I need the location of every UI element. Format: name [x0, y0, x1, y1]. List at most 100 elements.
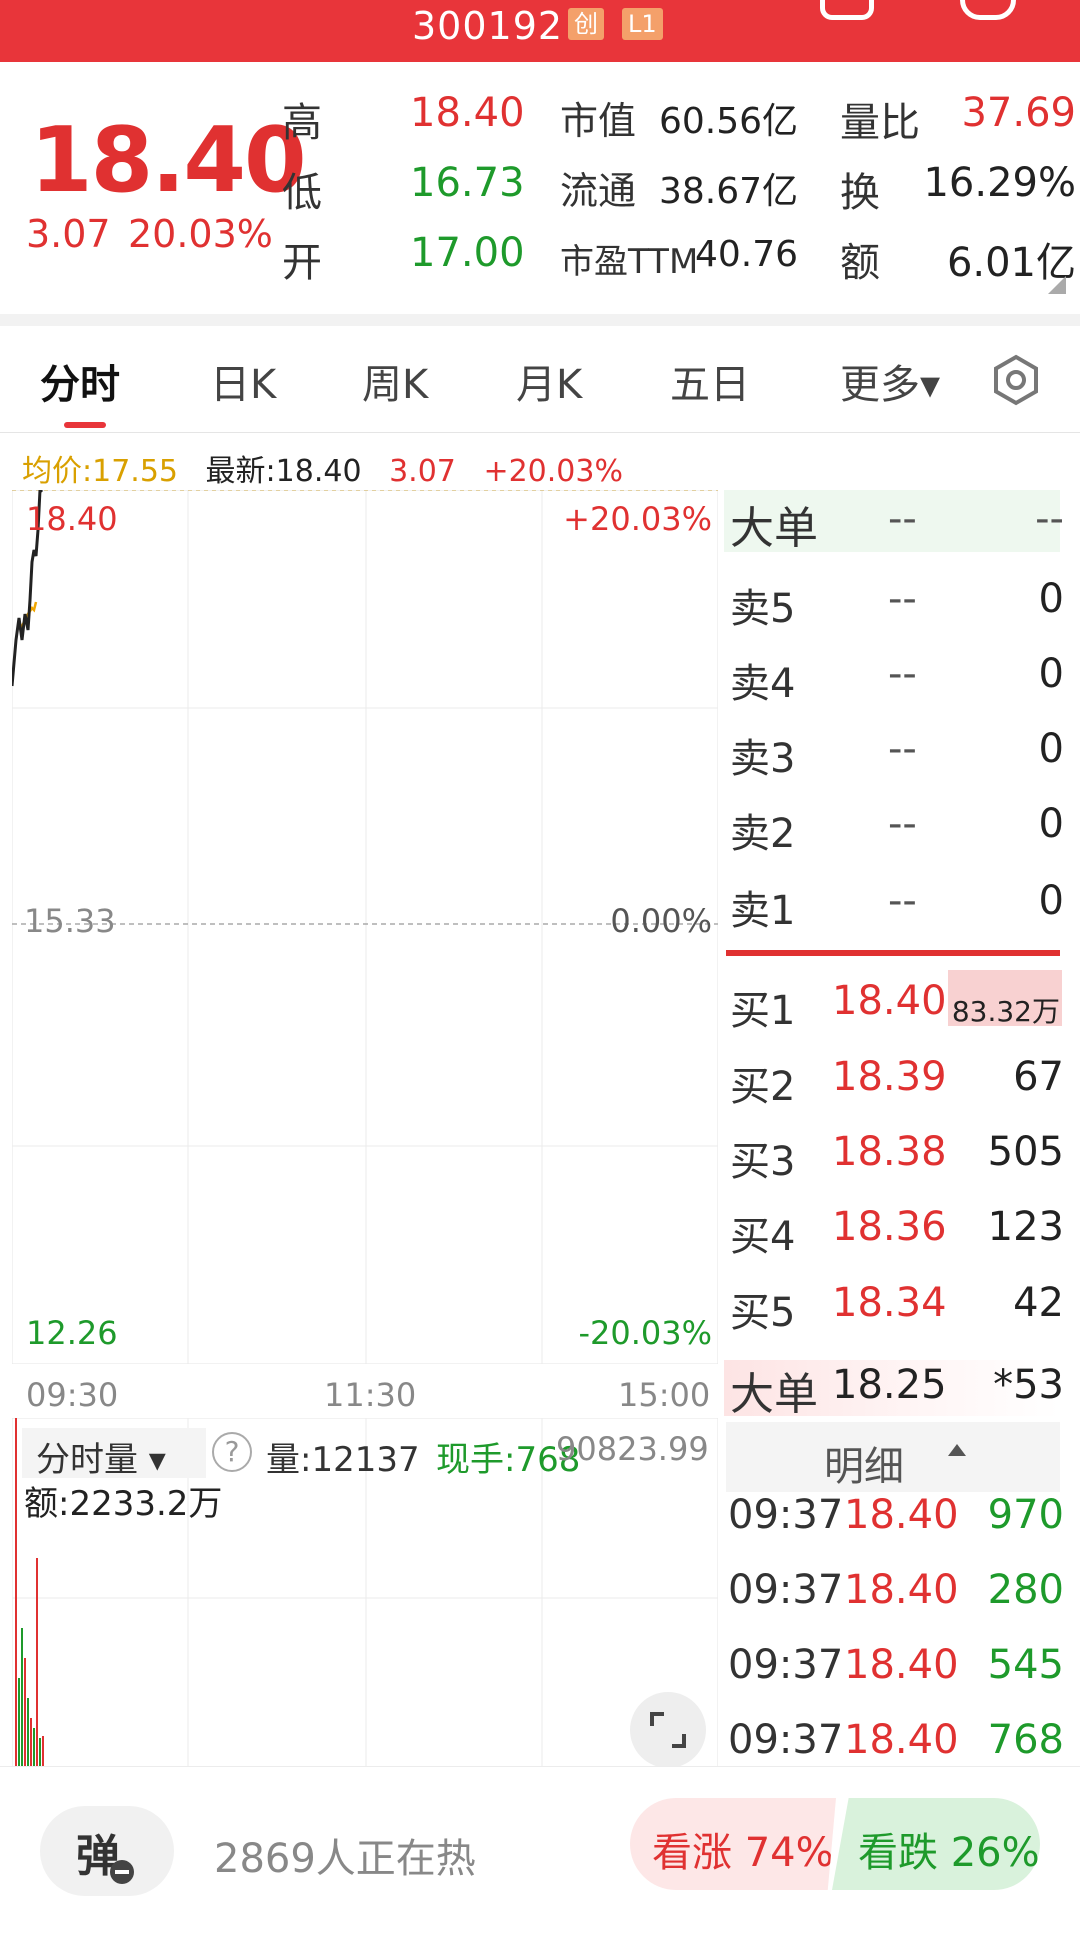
- high-value: 18.40: [410, 90, 525, 136]
- tab-daily-k[interactable]: 日K: [210, 352, 276, 410]
- ask-row[interactable]: 卖3 -- 0: [724, 720, 1064, 782]
- volume-bar: [15, 1418, 17, 1780]
- trade-price: 18.40: [844, 1567, 959, 1613]
- bid-label: 买2: [730, 1064, 796, 1110]
- turnover-label: 换: [840, 170, 880, 216]
- trade-volume: 768: [987, 1717, 1064, 1763]
- expand-corner-icon[interactable]: [1048, 276, 1066, 294]
- trade-volume: 545: [987, 1642, 1064, 1688]
- title-bar: 300192 创 L1: [0, 0, 1080, 62]
- vol-ratio-label: 量比: [840, 100, 920, 146]
- trade-detail-row[interactable]: 09:37 18.40 768: [724, 1711, 1064, 1771]
- settings-icon[interactable]: [990, 354, 1042, 406]
- big-order2-row[interactable]: 大单 18.25 *53: [724, 1356, 1064, 1420]
- trade-detail-row[interactable]: 09:37 18.40 545: [724, 1636, 1064, 1696]
- level-tag: L1: [622, 8, 663, 40]
- bid-label: 买5: [730, 1290, 796, 1336]
- ask-price: --: [888, 801, 917, 847]
- ask-label: 卖1: [730, 888, 796, 934]
- bid-row[interactable]: 买2 18.39 67: [724, 1048, 1064, 1110]
- big-order-row[interactable]: 大单 -- --: [724, 490, 1064, 554]
- ask-row[interactable]: 卖1 -- 0: [724, 872, 1064, 934]
- help-icon[interactable]: ?: [212, 1432, 252, 1472]
- trade-detail-row[interactable]: 09:37 18.40 280: [724, 1561, 1064, 1621]
- bid-row[interactable]: 买3 18.38 505: [724, 1123, 1064, 1185]
- intraday-info: 均价:17.55 最新:18.40 3.07 +20.03%: [22, 446, 641, 490]
- price-change-pct: 20.03%: [128, 212, 273, 256]
- chart-tabs: 分时 日K 周K 月K 五日 更多▾: [0, 330, 1080, 430]
- tab-five-day[interactable]: 五日: [670, 352, 750, 410]
- trade-detail-row[interactable]: 09:37 18.40 970: [724, 1486, 1064, 1546]
- axis-price-bottom: 12.26: [26, 1314, 118, 1352]
- trade-time: 09:37: [728, 1717, 844, 1763]
- ask-price: --: [888, 878, 917, 924]
- low-label: 低: [282, 170, 322, 216]
- volume-bar: [24, 1658, 26, 1780]
- trade-time: 09:37: [728, 1642, 844, 1688]
- ask-row[interactable]: 卖5 -- 0: [724, 570, 1064, 632]
- tab-monthly-k[interactable]: 月K: [516, 352, 582, 410]
- volume-chart[interactable]: 分时量 ▾ ? 量:12137 现手:768 90823.99 额:2233.2…: [11, 1417, 719, 1781]
- window-icon[interactable]: [820, 0, 874, 20]
- pe-value: 40.76: [694, 234, 798, 275]
- section-divider: [0, 314, 1080, 326]
- tab-weekly-k[interactable]: 周K: [362, 352, 428, 410]
- vote-bullish-label: 看涨 74%: [652, 1830, 834, 1876]
- trade-time: 09:37: [728, 1492, 844, 1538]
- axis-pct-mid: 0.00%: [610, 902, 712, 940]
- vote-bullish-button[interactable]: 看涨 74%: [630, 1798, 836, 1890]
- bid-volume: 83.32万: [951, 995, 1060, 1028]
- quote-summary: 18.40 3.07 20.03% 高 低 开 18.40 16.73 17.0…: [0, 62, 1080, 312]
- volume-bar: [21, 1628, 23, 1780]
- tab-intraday[interactable]: 分时: [40, 352, 120, 410]
- ask-label: 卖5: [730, 586, 796, 632]
- trade-price: 18.40: [844, 1642, 959, 1688]
- bid-price: 18.34: [832, 1280, 947, 1326]
- danmaku-toggle-button[interactable]: 弹: [40, 1806, 174, 1896]
- vote-bearish-label: 看跌 26%: [858, 1830, 1040, 1876]
- search-icon[interactable]: [960, 0, 1016, 20]
- volume-bar: [36, 1558, 38, 1780]
- big-order-label: 大单: [730, 503, 818, 554]
- bid-label: 买3: [730, 1139, 796, 1185]
- volume-selector[interactable]: 分时量 ▾: [36, 1432, 166, 1481]
- ask-row[interactable]: 卖2 -- 0: [724, 795, 1064, 857]
- tab-more[interactable]: 更多▾: [840, 352, 940, 410]
- axis-price-mid: 15.33: [24, 902, 116, 940]
- big-order2-volume: *53: [993, 1362, 1064, 1408]
- intraday-chart[interactable]: 18.40 +20.03% 15.33 0.00% 12.26 -20.03%: [10, 486, 719, 1367]
- big-order2-price: 18.25: [832, 1362, 947, 1408]
- bid-volume: 123: [987, 1204, 1064, 1250]
- sort-up-icon: [948, 1444, 966, 1456]
- bid-row[interactable]: 买5 18.34 42: [724, 1274, 1064, 1336]
- bid-row[interactable]: 买1 18.40 83.32万: [724, 972, 1064, 1034]
- vote-bearish-button[interactable]: 看跌 26%: [832, 1798, 1040, 1890]
- board-tag: 创: [568, 8, 604, 40]
- vol-ratio-value: 37.69: [961, 90, 1076, 136]
- mcap-value: 60.56亿: [658, 101, 798, 142]
- hot-discussion-text[interactable]: 2869人正在热: [214, 1826, 476, 1884]
- tabs-divider: [0, 432, 1080, 433]
- fullscreen-icon: [650, 1712, 686, 1748]
- avg-price: 均价:17.55: [22, 454, 178, 489]
- stock-code: 300192: [412, 4, 564, 48]
- trade-volume: 280: [987, 1567, 1064, 1613]
- bottom-divider: [0, 1766, 1080, 1767]
- big-order2-label: 大单: [730, 1369, 818, 1420]
- time-mid: 11:30: [324, 1376, 417, 1414]
- fullscreen-button[interactable]: [630, 1692, 706, 1768]
- bid-row[interactable]: 买4 18.36 123: [724, 1198, 1064, 1260]
- bid-price: 18.40: [832, 978, 947, 1024]
- trade-price: 18.40: [844, 1717, 959, 1763]
- ask-label: 卖2: [730, 811, 796, 857]
- float-label: 流通: [560, 169, 637, 213]
- ask-volume: 0: [1038, 878, 1064, 924]
- ask-price: --: [888, 726, 917, 772]
- volume-max: 90823.99: [556, 1430, 709, 1468]
- volume-amount: 额:2233.2万: [24, 1484, 223, 1524]
- ask-price: --: [888, 576, 917, 622]
- detail-header[interactable]: 明细: [726, 1422, 1060, 1492]
- ask-row[interactable]: 卖4 -- 0: [724, 645, 1064, 707]
- float-value: 38.67亿: [658, 171, 798, 212]
- danmaku-off-icon: [110, 1860, 134, 1884]
